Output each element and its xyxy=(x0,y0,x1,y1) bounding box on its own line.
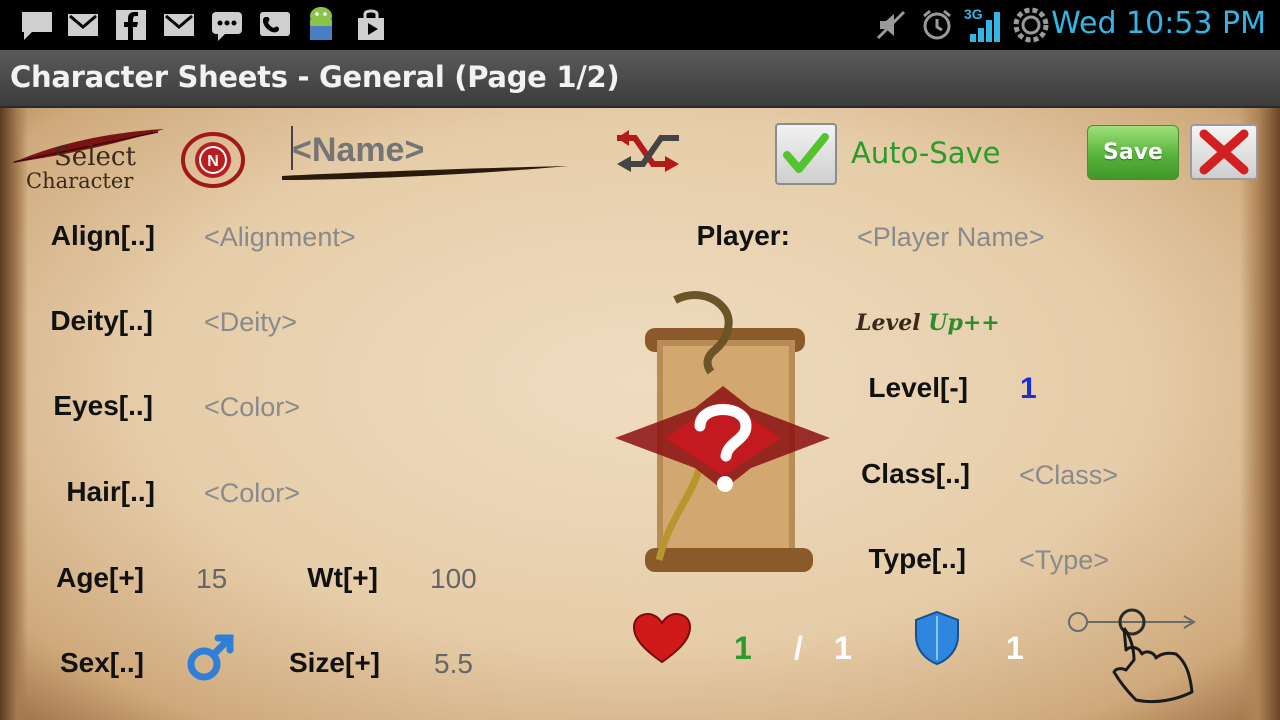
eyes-label[interactable]: Eyes[..] xyxy=(20,390,153,422)
level-value[interactable]: 1 xyxy=(1020,372,1037,406)
hair-label[interactable]: Hair[..] xyxy=(20,476,155,508)
type-label[interactable]: Type[..] xyxy=(830,543,966,575)
play-store-icon xyxy=(358,9,384,40)
select-character-line2: Character xyxy=(26,169,134,193)
level-up-label-b: Up++ xyxy=(928,310,1000,336)
hp-current[interactable]: 1 xyxy=(734,630,752,667)
align-label[interactable]: Align[..] xyxy=(20,220,155,252)
select-character-button[interactable]: Select Character xyxy=(22,142,162,196)
size-value[interactable]: 5.5 xyxy=(434,648,473,680)
swap-icon[interactable] xyxy=(611,122,685,182)
facebook-icon xyxy=(116,10,146,40)
age-label[interactable]: Age[+] xyxy=(20,562,144,594)
android-icon xyxy=(310,7,332,40)
checkmark-icon xyxy=(783,133,829,173)
class-label[interactable]: Class[..] xyxy=(830,458,970,490)
level-up-label-a: Level xyxy=(856,310,921,336)
alarm-icon xyxy=(923,9,951,40)
auto-save-label: Auto-Save xyxy=(851,136,1001,170)
page-title: Character Sheets - General (Page 1/2) xyxy=(10,60,620,94)
gmail-icon xyxy=(68,14,98,36)
eyes-color-field[interactable]: <Color> xyxy=(204,392,300,423)
age-value[interactable]: 15 xyxy=(196,563,227,595)
auto-save-checkbox[interactable] xyxy=(775,123,837,185)
armor-class-value[interactable]: 1 xyxy=(1006,630,1024,667)
deity-label[interactable]: Deity[..] xyxy=(20,305,153,337)
status-bar: 3G Wed 10:53 PM xyxy=(0,0,1280,50)
shield-icon xyxy=(915,610,959,666)
hair-color-field[interactable]: <Color> xyxy=(204,478,300,509)
close-icon xyxy=(1199,129,1249,175)
alignment-field[interactable]: <Alignment> xyxy=(204,222,356,253)
clock: Wed 10:53 PM xyxy=(1051,6,1266,41)
heart-icon xyxy=(632,612,692,664)
mute-icon xyxy=(876,10,906,40)
save-button[interactable]: Save xyxy=(1087,125,1179,180)
class-field[interactable]: <Class> xyxy=(1019,460,1118,491)
swipe-gesture-icon[interactable] xyxy=(1062,600,1242,710)
signal-icon xyxy=(970,12,1000,42)
voicemail-icon xyxy=(260,12,290,36)
sex-label[interactable]: Sex[..] xyxy=(20,647,144,679)
title-bar: Character Sheets - General (Page 1/2) xyxy=(0,50,1280,108)
level-up-button[interactable]: Level Up++ xyxy=(856,310,1000,336)
close-button[interactable] xyxy=(1190,124,1258,180)
deity-field[interactable]: <Deity> xyxy=(204,307,297,338)
player-name-field[interactable]: <Player Name> xyxy=(857,222,1045,253)
type-field[interactable]: <Type> xyxy=(1019,545,1109,576)
chat-icon xyxy=(212,12,242,41)
new-character-button[interactable]: N xyxy=(179,130,247,190)
player-label: Player: xyxy=(696,220,790,251)
message-icon xyxy=(22,12,52,40)
weight-label[interactable]: Wt[+] xyxy=(270,562,378,594)
select-character-line1: Select xyxy=(54,142,136,172)
size-label[interactable]: Size[+] xyxy=(262,647,380,679)
gmail-icon xyxy=(164,14,194,36)
hp-max[interactable]: 1 xyxy=(834,630,852,667)
new-badge-letter: N xyxy=(207,153,219,170)
level-label[interactable]: Level[-] xyxy=(830,372,968,404)
sync-icon xyxy=(1013,7,1049,43)
hp-separator: / xyxy=(794,630,803,666)
name-underline xyxy=(282,166,568,180)
character-portrait[interactable] xyxy=(615,290,830,590)
weight-value[interactable]: 100 xyxy=(430,563,477,595)
male-icon[interactable] xyxy=(184,630,238,684)
